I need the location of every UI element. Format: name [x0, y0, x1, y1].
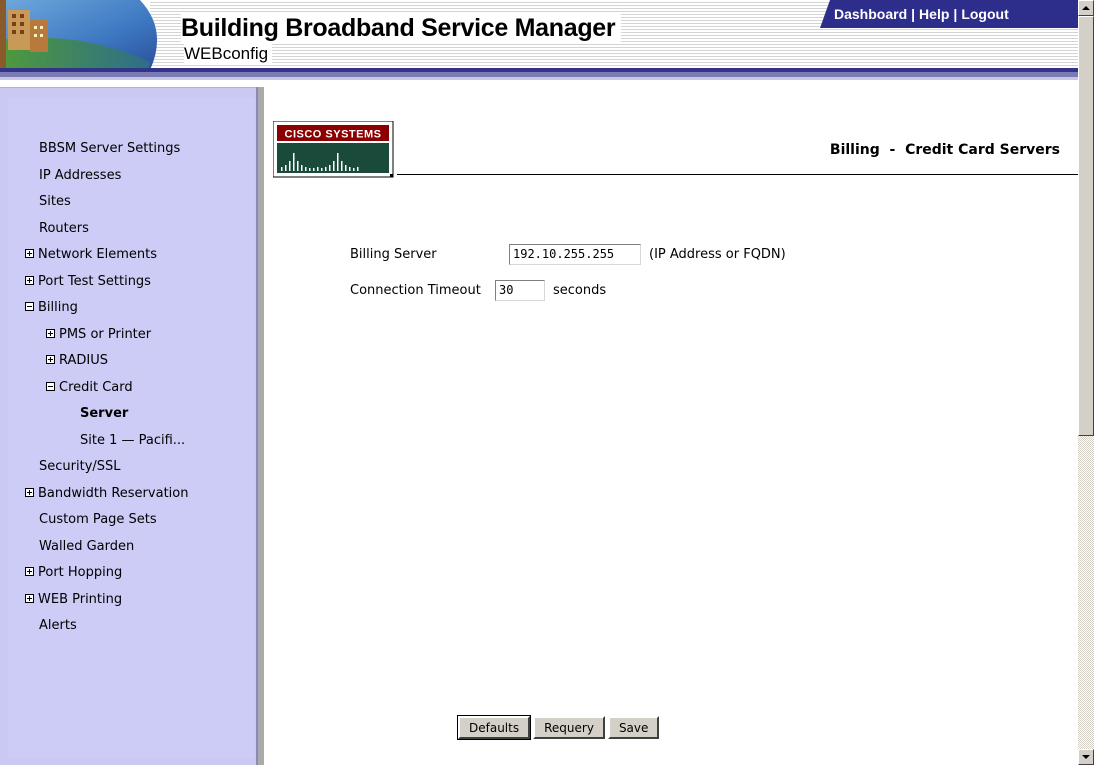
sidebar-item-bbsm-server-settings[interactable]: BBSM Server Settings — [8, 136, 258, 163]
sidebar-item-label: IP Addresses — [39, 167, 122, 183]
sidebar-item-label: Port Hopping — [38, 565, 123, 580]
expand-plus-icon[interactable] — [46, 328, 55, 338]
expand-plus-icon[interactable] — [25, 567, 34, 576]
header-rule — [0, 68, 1078, 77]
dashboard-link[interactable]: Dashboard — [834, 6, 907, 22]
top-nav: Dashboard | Help | Logout — [820, 0, 1078, 28]
scroll-up-arrow-icon[interactable] — [1078, 0, 1094, 16]
expand-plus-icon[interactable] — [25, 593, 34, 603]
connection-timeout-input[interactable]: 30 — [495, 280, 545, 301]
sidebar-item-label: Security/SSL — [39, 459, 121, 474]
main-content: Cisco Systems Billing - Credit Card Serv… — [264, 87, 1078, 765]
billing-server-hint: (IP Address or FQDN) — [649, 247, 786, 262]
sidebar-item-label: PMS or Printer — [59, 326, 152, 342]
sidebar-item-label: Site 1 — Pacifi... — [80, 432, 186, 448]
sidebar-item-sites[interactable]: Sites — [8, 189, 258, 216]
app-title: Building Broadband Service Manager — [181, 14, 622, 43]
nav-separator: | — [911, 6, 916, 22]
sidebar-item-walled-garden[interactable]: Walled Garden — [8, 534, 258, 561]
app-subtitle: WEBconfig — [184, 44, 273, 64]
collapse-minus-icon[interactable] — [25, 302, 34, 311]
sidebar-item-radius[interactable]: RADIUS — [8, 348, 258, 375]
billing-server-row: Billing Server 192.10.255.255 (IP Address … — [350, 244, 786, 265]
header: Building Broadband Service Manager WEBco… — [0, 0, 1078, 70]
connection-timeout-label: Connection Timeout — [350, 283, 481, 298]
requery-button[interactable]: Requery — [533, 716, 605, 739]
billing-server-label: Billing Server — [350, 247, 437, 262]
sidebar-item-label: Port Test Settings — [38, 273, 151, 289]
help-link[interactable]: Help — [919, 6, 949, 22]
sidebar-item-credit-card[interactable]: Credit Card — [8, 375, 258, 402]
sidebar-item-server[interactable]: Server — [8, 401, 258, 428]
sidebar-item-label: Custom Page Sets — [39, 512, 157, 527]
sidebar-item-pms-or-printer[interactable]: PMS or Printer — [8, 322, 258, 349]
billing-server-input[interactable]: 192.10.255.255 — [509, 244, 641, 265]
scroll-down-arrow-icon[interactable] — [1078, 749, 1094, 765]
sidebar-item-label: Walled Garden — [39, 538, 135, 554]
sidebar-item-label: WEB Printing — [38, 591, 123, 607]
nav-separator: | — [953, 6, 958, 22]
sidebar-item-label: Sites — [39, 194, 71, 209]
expand-plus-icon[interactable] — [25, 275, 34, 285]
vertical-scrollbar[interactable] — [1078, 0, 1094, 765]
connection-timeout-unit: seconds — [553, 283, 607, 298]
sidebar-item-routers[interactable]: Routers — [8, 216, 258, 243]
expand-plus-icon[interactable] — [25, 249, 34, 258]
scrollbar-thumb[interactable] — [1078, 16, 1094, 436]
save-button[interactable]: Save — [607, 716, 660, 739]
building-logo-icon — [0, 0, 158, 70]
collapse-minus-icon[interactable] — [46, 381, 55, 391]
sidebar-item-label: Billing — [38, 300, 78, 315]
cisco-systems-logo: Cisco Systems — [273, 121, 394, 178]
sidebar-item-label: Server — [80, 406, 129, 421]
expand-plus-icon[interactable] — [25, 487, 34, 497]
sidebar-item-port-hopping[interactable]: Port Hopping — [8, 560, 258, 587]
sidebar-item-site-1[interactable]: Site 1 — Pacifi... — [8, 428, 258, 455]
expand-plus-icon[interactable] — [46, 355, 55, 364]
logout-link[interactable]: Logout — [961, 6, 1008, 22]
sidebar-item-web-printing[interactable]: WEB Printing — [8, 587, 258, 614]
page-title: Billing - Credit Card Servers — [829, 142, 1060, 158]
sidebar-item-label: Routers — [39, 220, 89, 236]
sidebar-item-label: Bandwidth Reservation — [38, 485, 189, 501]
connection-timeout-row: Connection Timeout 30 seconds — [350, 280, 606, 301]
sidebar-nav: BBSM Server Settings IP Addresses Sites … — [8, 136, 258, 640]
sidebar-item-network-elements[interactable]: Network Elements — [8, 242, 258, 269]
sidebar-item-bandwidth-reservation[interactable]: Bandwidth Reservation — [8, 481, 258, 508]
sidebar-item-ip-addresses[interactable]: IP Addresses — [8, 163, 258, 190]
header-divider-line — [397, 174, 1078, 175]
header-rule-light — [0, 77, 1078, 80]
sidebar-item-custom-page-sets[interactable]: Custom Page Sets — [8, 507, 258, 534]
sidebar-item-label: Alerts — [39, 618, 77, 633]
sidebar-item-security-ssl[interactable]: Security/SSL — [8, 454, 258, 481]
defaults-button[interactable]: Defaults — [456, 715, 532, 740]
sidebar-item-label: Network Elements — [38, 247, 158, 262]
sidebar-item-alerts[interactable]: Alerts — [8, 613, 258, 640]
sidebar-panel: BBSM Server Settings IP Addresses Sites … — [8, 98, 254, 758]
sidebar-item-label: BBSM Server Settings — [39, 141, 181, 156]
button-bar: Defaults Requery Save — [456, 715, 662, 740]
sidebar-item-billing[interactable]: Billing — [8, 295, 258, 322]
sidebar-item-label: Credit Card — [59, 379, 133, 395]
cisco-logo-text: Cisco Systems — [285, 129, 382, 141]
sidebar-divider[interactable] — [256, 87, 264, 765]
sidebar: BBSM Server Settings IP Addresses Sites … — [0, 87, 264, 765]
sidebar-item-label: RADIUS — [59, 353, 109, 368]
sidebar-item-port-test-settings[interactable]: Port Test Settings — [8, 269, 258, 296]
